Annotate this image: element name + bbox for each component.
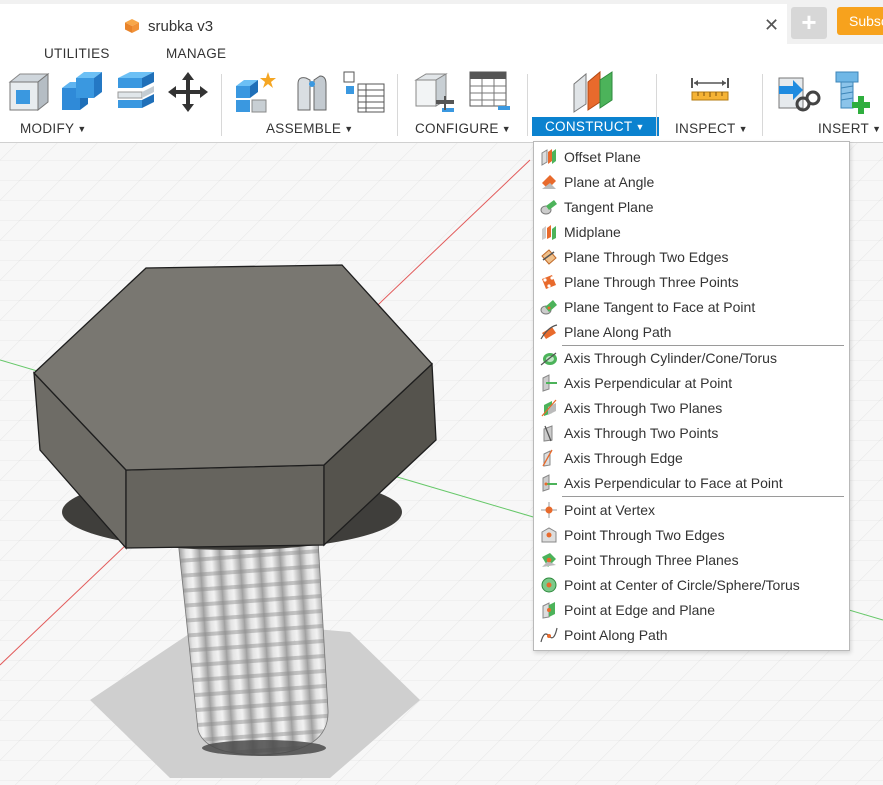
menu-item-midplane[interactable]: Midplane <box>534 219 849 244</box>
toolbar-divider <box>762 74 763 136</box>
menu-item-axis-through-two-planes[interactable]: Axis Through Two Planes <box>534 395 849 420</box>
menu-item-point-at-center[interactable]: Point at Center of Circle/Sphere/Torus <box>534 572 849 597</box>
menu-item-point-at-vertex[interactable]: Point at Vertex <box>534 497 849 522</box>
fillet-icon[interactable] <box>60 70 104 114</box>
toolbar-divider <box>397 74 398 136</box>
plane-along-path-icon <box>540 324 558 340</box>
offset-plane-icon <box>541 149 556 166</box>
plane-tangent-face-icon <box>540 300 557 315</box>
point-two-edges-icon <box>541 527 557 543</box>
construct-menu-label[interactable]: CONSTRUCT ▼ <box>532 117 659 136</box>
document-cube-icon <box>125 19 139 33</box>
menu-item-plane-along-path[interactable]: Plane Along Path <box>534 319 849 344</box>
menu-item-point-along-path[interactable]: Point Along Path <box>534 622 849 647</box>
subscribe-button[interactable]: Subsc <box>837 7 883 35</box>
toolbar-divider <box>656 74 657 136</box>
menu-item-axis-through-cylinder[interactable]: Axis Through Cylinder/Cone/Torus <box>534 345 849 370</box>
menu-item-plane-at-angle[interactable]: Plane at Angle <box>534 169 849 194</box>
axis-edge-icon <box>542 449 553 467</box>
configure-menu-label[interactable]: CONFIGURE ▼ <box>415 121 511 136</box>
axis-cylinder-icon <box>540 352 557 366</box>
insert-mcmaster-icon[interactable] <box>830 70 874 114</box>
menu-item-axis-perpendicular-at-point[interactable]: Axis Perpendicular at Point <box>534 370 849 395</box>
axis-two-points-icon <box>543 425 553 442</box>
menu-item-tangent-plane[interactable]: Tangent Plane <box>534 194 849 219</box>
menu-item-offset-plane[interactable]: Offset Plane <box>534 144 849 169</box>
menu-item-plane-through-two-edges[interactable]: Plane Through Two Edges <box>534 244 849 269</box>
press-pull-icon[interactable] <box>6 70 50 114</box>
document-title: srubka v3 <box>148 18 214 35</box>
axis-two-planes-icon <box>541 399 557 417</box>
close-tab-icon[interactable]: ✕ <box>764 15 779 36</box>
tangent-plane-icon <box>540 200 557 215</box>
menu-item-axis-through-edge[interactable]: Axis Through Edge <box>534 445 849 470</box>
offset-plane-tool-icon[interactable] <box>572 70 616 114</box>
joint-icon[interactable] <box>290 70 334 114</box>
shell-icon[interactable] <box>114 70 158 114</box>
point-center-icon <box>541 577 557 593</box>
configuration-table-icon[interactable] <box>468 70 512 114</box>
new-component-icon[interactable] <box>234 70 278 114</box>
menu-item-point-through-three-planes[interactable]: Point Through Three Planes <box>534 547 849 572</box>
toolbar-divider <box>527 74 528 136</box>
assemble-menu-label[interactable]: ASSEMBLE ▼ <box>266 121 353 136</box>
tab-utilities[interactable]: UTILITIES <box>44 46 110 61</box>
menu-item-plane-tangent-face-point[interactable]: Plane Tangent to Face at Point <box>534 294 849 319</box>
measure-icon[interactable] <box>688 70 732 114</box>
move-icon[interactable] <box>166 70 210 114</box>
point-three-planes-icon <box>542 553 556 567</box>
point-along-path-icon <box>540 627 558 643</box>
menu-item-point-at-edge-and-plane[interactable]: Point at Edge and Plane <box>534 597 849 622</box>
menu-item-point-through-two-edges[interactable]: Point Through Two Edges <box>534 522 849 547</box>
bom-table-icon[interactable] <box>342 70 386 114</box>
inspect-menu-label[interactable]: INSPECT ▼ <box>675 121 748 136</box>
toolbar-divider <box>221 74 222 136</box>
point-edge-plane-icon <box>542 602 555 619</box>
menu-item-plane-through-three-points[interactable]: Plane Through Three Points <box>534 269 849 294</box>
plane-two-edges-icon <box>541 249 557 265</box>
modify-menu-label[interactable]: MODIFY ▼ <box>20 121 87 136</box>
toolbar: UTILITIES MANAGE MODIFY ▼ ASSEMBLE ▼ CON… <box>0 44 883 143</box>
menu-item-axis-perpendicular-to-face[interactable]: Axis Perpendicular to Face at Point <box>534 470 849 495</box>
axis-perpendicular-face-icon <box>542 474 557 492</box>
menu-item-axis-through-two-points[interactable]: Axis Through Two Points <box>534 420 849 445</box>
point-vertex-icon <box>541 502 557 518</box>
tab-manage[interactable]: MANAGE <box>166 46 226 61</box>
plane-at-angle-icon <box>542 175 556 189</box>
insert-menu-label[interactable]: INSERT ▼ <box>818 121 881 136</box>
axis-perpendicular-point-icon <box>542 374 557 392</box>
document-tab[interactable]: srubka v3 ✕ <box>0 4 787 44</box>
construct-dropdown-menu: Offset Plane Plane at Angle Tangent Plan… <box>533 141 850 651</box>
midplane-icon <box>542 225 556 240</box>
configure-design-icon[interactable] <box>412 70 456 114</box>
bolt-shank <box>177 539 329 756</box>
title-bar: srubka v3 ✕ + Subsc <box>0 0 883 45</box>
plane-three-points-icon <box>542 275 556 289</box>
new-tab-button[interactable]: + <box>791 7 827 39</box>
insert-derive-icon[interactable] <box>777 70 821 114</box>
